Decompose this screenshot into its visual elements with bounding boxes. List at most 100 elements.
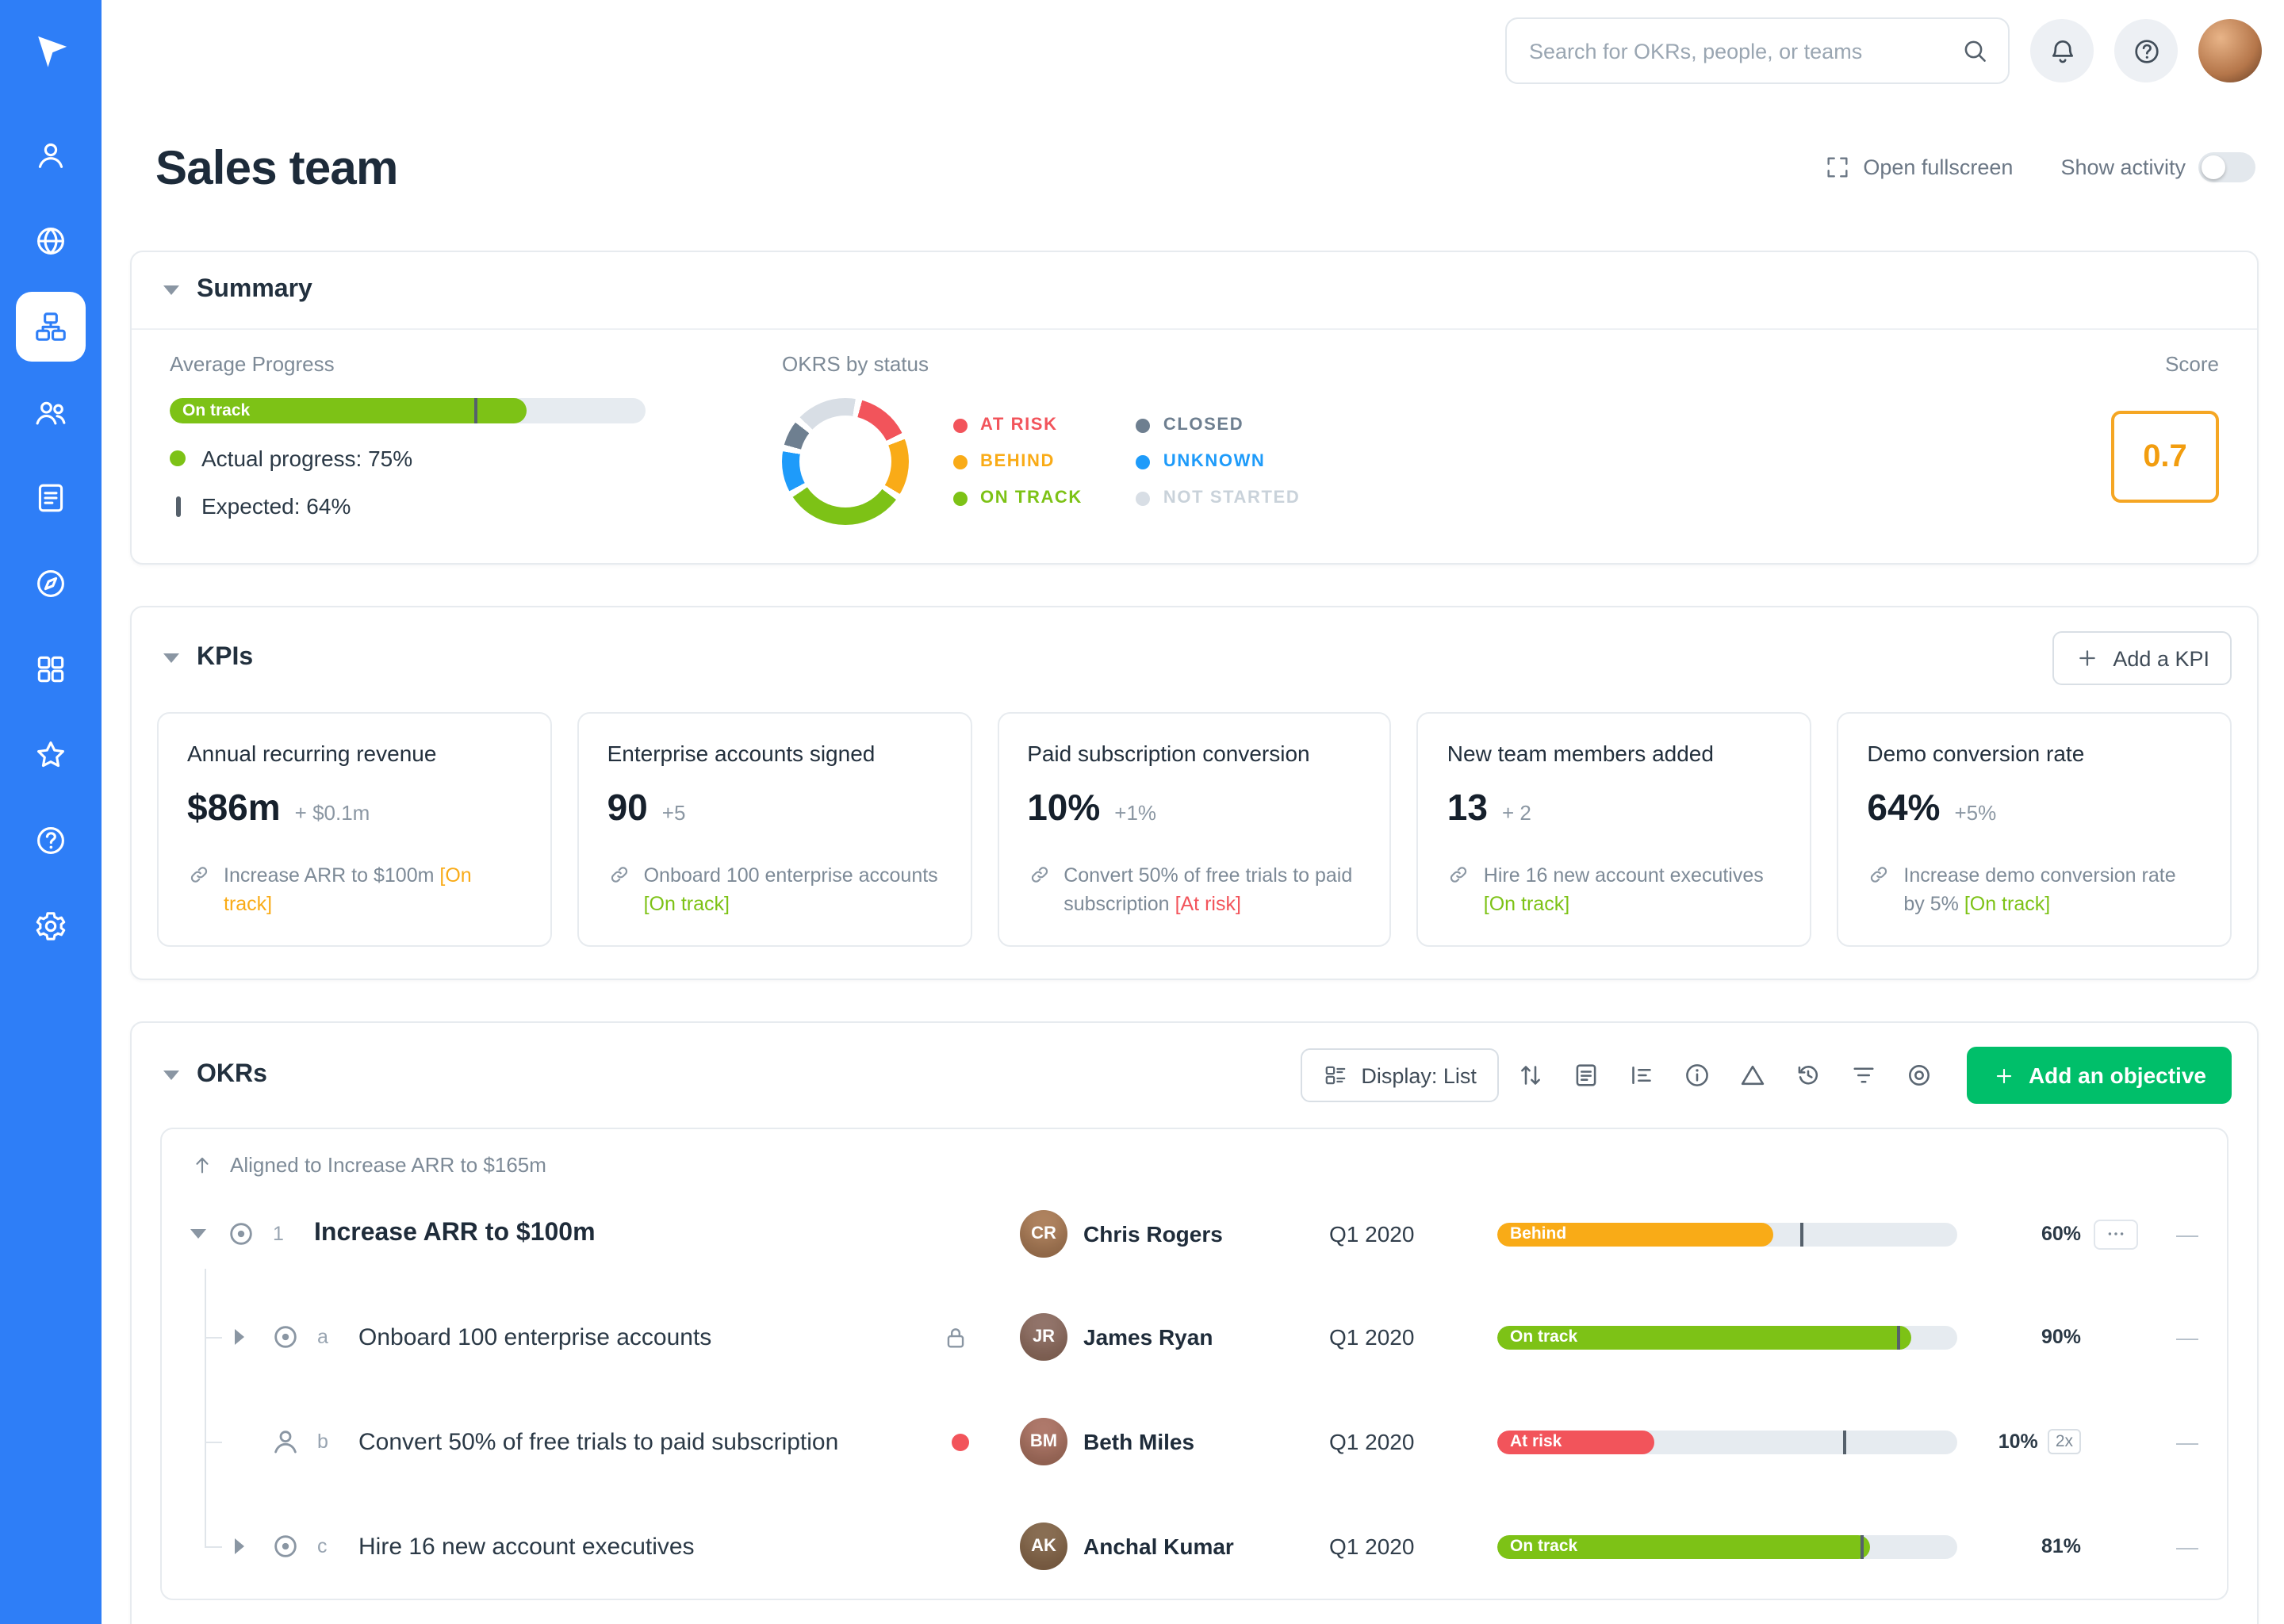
history-button[interactable] xyxy=(1784,1052,1832,1100)
sidebar-item-compass[interactable] xyxy=(16,549,86,619)
status-legend-item: ON TRACK xyxy=(953,488,1083,508)
expected-marker xyxy=(1801,1223,1804,1247)
owner[interactable]: BMBeth Miles xyxy=(1020,1419,1329,1466)
okrs-card: OKRs Display: List Add an objective Al xyxy=(130,1022,2259,1624)
status-dot-icon xyxy=(1136,491,1151,505)
add-kpi-button[interactable]: Add a KPI xyxy=(2052,631,2232,685)
owner[interactable]: JRJames Ryan xyxy=(1020,1314,1329,1362)
global-search[interactable] xyxy=(1505,17,2010,84)
kpi-card[interactable]: New team members added13+ 2Hire 16 new a… xyxy=(1417,712,1812,948)
sidebar-item-help[interactable] xyxy=(16,806,86,875)
okr-row[interactable]: bConvert 50% of free trials to paid subs… xyxy=(162,1390,2227,1495)
focus-button[interactable] xyxy=(1895,1052,1943,1100)
kpi-linked-objective[interactable]: Increase ARR to $100m [On track] xyxy=(187,861,522,919)
sidebar-item-team[interactable] xyxy=(16,377,86,447)
red-status-dot-icon xyxy=(952,1434,969,1451)
progress-bar: On track xyxy=(1497,1535,1957,1559)
search-input[interactable] xyxy=(1526,37,1948,64)
okr-title[interactable]: Increase ARR to $100m xyxy=(314,1220,596,1249)
okr-row[interactable]: cHire 16 new account executives AKAnchal … xyxy=(162,1495,2227,1599)
okr-title[interactable]: Onboard 100 enterprise accounts xyxy=(358,1324,711,1351)
open-fullscreen-button[interactable]: Open fullscreen xyxy=(1823,154,2013,181)
display-mode-button[interactable]: Display: List xyxy=(1301,1049,1499,1103)
aligned-note[interactable]: Aligned to Increase ARR to $165m xyxy=(162,1130,2227,1184)
info-button[interactable] xyxy=(1673,1052,1721,1100)
show-activity-toggle[interactable] xyxy=(2198,152,2255,182)
progress-status-label: At risk xyxy=(1497,1433,1574,1452)
kpi-card[interactable]: Paid subscription conversion10%+1%Conver… xyxy=(997,712,1392,948)
score-dash: — xyxy=(2151,1222,2198,1247)
okr-row[interactable]: aOnboard 100 enterprise accounts JRJames … xyxy=(162,1285,2227,1390)
link-icon xyxy=(607,863,631,887)
status-donut-chart xyxy=(782,398,909,525)
okrs-by-status-label: OKRS by status xyxy=(782,352,1300,376)
score-value: 0.7 xyxy=(2111,411,2219,503)
kpi-link-text: Increase ARR to $100m [On track] xyxy=(224,861,522,919)
row-index: 1 xyxy=(273,1224,314,1246)
row-index: a xyxy=(317,1327,358,1349)
pyramid-button[interactable] xyxy=(1729,1052,1776,1100)
sidebar-item-document[interactable] xyxy=(16,463,86,533)
kpi-linked-objective[interactable]: Onboard 100 enterprise accounts [On trac… xyxy=(607,861,942,919)
status-flag xyxy=(952,1434,969,1451)
filter-button[interactable] xyxy=(1840,1052,1887,1100)
user-avatar[interactable] xyxy=(2198,19,2262,82)
sidebar-item-star[interactable] xyxy=(16,720,86,790)
okr-row[interactable]: 1Increase ARR to $100m CRChris RogersQ1 2… xyxy=(162,1184,2227,1285)
kpi-card[interactable]: Demo conversion rate64%+5%Increase demo … xyxy=(1837,712,2232,948)
okr-title[interactable]: Convert 50% of free trials to paid subsc… xyxy=(358,1429,838,1456)
okr-list: Aligned to Increase ARR to $165m1Increas… xyxy=(132,1128,2257,1624)
topbar xyxy=(102,0,2284,102)
plus-icon xyxy=(2075,645,2100,671)
status-dot-icon xyxy=(953,491,968,505)
period: Q1 2020 xyxy=(1329,1222,1497,1247)
help-button[interactable] xyxy=(2114,19,2178,82)
search-icon xyxy=(1960,36,1989,65)
sidebar-item-globe[interactable] xyxy=(16,206,86,276)
notes-button[interactable] xyxy=(1562,1052,1610,1100)
sidebar-item-org-chart[interactable] xyxy=(16,292,86,362)
user-icon xyxy=(33,138,68,173)
owner[interactable]: AKAnchal Kumar xyxy=(1020,1523,1329,1571)
kpi-row: Annual recurring revenue$86m+ $0.1mIncre… xyxy=(132,709,2257,979)
row-menu-button[interactable] xyxy=(2094,1220,2138,1250)
status-legend-item: BEHIND xyxy=(953,452,1083,471)
add-objective-button[interactable]: Add an objective xyxy=(1967,1048,2232,1105)
kpis-title: KPIs xyxy=(197,644,253,672)
lock-icon xyxy=(942,1324,969,1351)
sidebar-item-grid[interactable] xyxy=(16,634,86,704)
expand-caret[interactable] xyxy=(235,1330,244,1346)
show-activity-control[interactable]: Show activity xyxy=(2060,152,2255,182)
kpi-value: 90 xyxy=(607,787,648,829)
progress-value: 81% xyxy=(2041,1536,2081,1558)
row-index: c xyxy=(317,1536,358,1558)
expand-caret[interactable] xyxy=(235,1539,244,1555)
okr-title[interactable]: Hire 16 new account executives xyxy=(358,1534,695,1561)
bars-button[interactable] xyxy=(1618,1052,1665,1100)
kpi-linked-objective[interactable]: Convert 50% of free trials to paid subsc… xyxy=(1027,861,1362,919)
kpi-linked-objective[interactable]: Increase demo conversion rate by 5% [On … xyxy=(1867,861,2202,919)
collapse-caret[interactable] xyxy=(190,1230,206,1239)
kpi-card[interactable]: Enterprise accounts signed90+5Onboard 10… xyxy=(577,712,972,948)
notes-icon xyxy=(1572,1062,1600,1090)
sidebar-item-gear[interactable] xyxy=(16,891,86,961)
collapse-summary-caret[interactable] xyxy=(163,285,179,295)
kpi-name: Paid subscription conversion xyxy=(1027,741,1362,766)
collapse-kpis-caret[interactable] xyxy=(163,653,179,663)
sidebar-item-user[interactable] xyxy=(16,121,86,190)
notifications-button[interactable] xyxy=(2030,19,2094,82)
owner[interactable]: CRChris Rogers xyxy=(1020,1211,1329,1258)
collapse-okrs-caret[interactable] xyxy=(163,1071,179,1081)
kpi-card[interactable]: Annual recurring revenue$86m+ $0.1mIncre… xyxy=(157,712,552,948)
team-icon xyxy=(33,395,68,430)
private-indicator xyxy=(942,1324,969,1351)
score-label: Score xyxy=(2165,352,2219,376)
kpi-linked-objective[interactable]: Hire 16 new account executives [On track… xyxy=(1447,861,1782,919)
period: Q1 2020 xyxy=(1329,1325,1497,1350)
kpi-name: New team members added xyxy=(1447,741,1782,766)
sort-button[interactable] xyxy=(1507,1052,1554,1100)
period: Q1 2020 xyxy=(1329,1534,1497,1560)
sidebar-item-logo[interactable] xyxy=(16,16,86,86)
progress-status-label: On track xyxy=(170,401,263,420)
status-legend-item: UNKNOWN xyxy=(1136,452,1300,471)
